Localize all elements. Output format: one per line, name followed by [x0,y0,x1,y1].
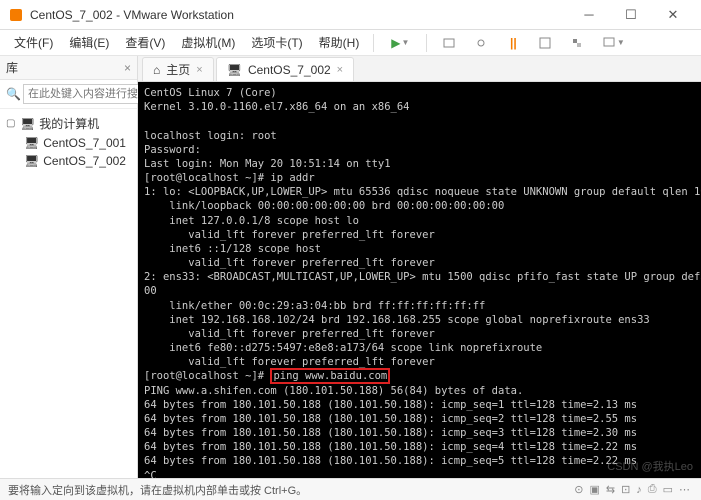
window-title: CentOS_7_002 - VMware Workstation [30,8,569,22]
device-icon-disk[interactable]: ▣ [589,483,599,496]
view-mode-button[interactable]: ▼ [595,30,631,56]
tree-item-label: CentOS_7_001 [43,136,126,150]
device-icon-printer[interactable]: ⎙ [648,483,657,496]
snapshot-button[interactable] [435,30,463,56]
vm-icon: 🖥 [24,154,39,168]
search-icon: 🔍 [6,84,21,104]
device-icon-cdrom[interactable]: ⊙ [574,483,583,496]
tab-vm-label: CentOS_7_002 [248,63,331,77]
tab-vm[interactable]: 🖥 CentOS_7_002 × [216,57,354,81]
tab-close-icon[interactable]: × [196,64,202,76]
menu-file[interactable]: 文件(F) [8,32,59,53]
power-button[interactable]: ▶▼ [382,30,418,56]
sidebar: 库 × 🔍 ▼ ▢ 🖥 我的计算机 🖥 CentOS_7_001 🖥 CentO… [0,56,138,478]
tree-root-label: 我的计算机 [39,115,99,132]
home-icon: ⌂ [153,63,160,77]
suspend-button[interactable]: || [499,30,527,56]
highlight-ping-cmd: ping www.baidu.com [270,368,390,384]
device-icon-usb[interactable]: ⊡ [621,483,630,496]
vm-icon: 🖥 [24,136,39,150]
vm-tree: ▢ 🖥 我的计算机 🖥 CentOS_7_001 🖥 CentOS_7_002 [0,109,137,174]
device-icon-more[interactable]: ⋯ [679,483,690,496]
menubar: 文件(F) 编辑(E) 查看(V) 虚拟机(M) 选项卡(T) 帮助(H) ▶▼… [0,30,701,56]
tree-root[interactable]: ▢ 🖥 我的计算机 [2,113,135,134]
sidebar-title: 库 [6,59,18,76]
sidebar-close-icon[interactable]: × [124,61,131,75]
tabs: ⌂ 主页 × 🖥 CentOS_7_002 × [138,56,701,82]
menu-edit[interactable]: 编辑(E) [63,32,115,53]
menu-view[interactable]: 查看(V) [119,32,171,53]
window-controls: ─ ☐ ✕ [569,1,693,29]
app-icon [8,7,24,23]
tree-item-label: CentOS_7_002 [43,154,126,168]
terminal[interactable]: CentOS Linux 7 (Core) Kernel 3.10.0-1160… [138,82,701,478]
settings-button[interactable] [467,30,495,56]
menu-help[interactable]: 帮助(H) [313,32,366,53]
main-area: ⌂ 主页 × 🖥 CentOS_7_002 × CentOS Linux 7 (… [138,56,701,478]
tab-home[interactable]: ⌂ 主页 × [142,57,214,81]
watermark: CSDN @我执Leo [607,458,693,474]
maximize-button[interactable]: ☐ [611,1,651,29]
tab-close-icon[interactable]: × [337,64,343,76]
status-text: 要将输入定向到该虚拟机，请在虚拟机内部单击或按 Ctrl+G。 [8,482,307,498]
menu-vm[interactable]: 虚拟机(M) [175,32,241,53]
tree-item-vm1[interactable]: 🖥 CentOS_7_001 [2,134,135,152]
titlebar: CentOS_7_002 - VMware Workstation ─ ☐ ✕ [0,0,701,30]
unity-button[interactable] [563,30,591,56]
device-icon-network[interactable]: ⇆ [606,483,615,496]
tree-item-vm2[interactable]: 🖥 CentOS_7_002 [2,152,135,170]
device-icon-sound[interactable]: ♪ [636,484,642,496]
statusbar: 要将输入定向到该虚拟机，请在虚拟机内部单击或按 Ctrl+G。 ⊙ ▣ ⇆ ⊡ … [0,478,701,500]
vm-icon: 🖥 [227,63,242,77]
device-icon-display[interactable]: ▭ [663,483,673,496]
menu-tabs[interactable]: 选项卡(T) [245,32,308,53]
minimize-button[interactable]: ─ [569,1,609,29]
close-button[interactable]: ✕ [653,1,693,29]
sidebar-header: 库 × [0,56,137,80]
monitor-icon: 🖥 [20,117,35,131]
tab-home-label: 主页 [166,61,190,78]
fullscreen-button[interactable] [531,30,559,56]
expand-icon[interactable]: ▢ [6,118,16,129]
